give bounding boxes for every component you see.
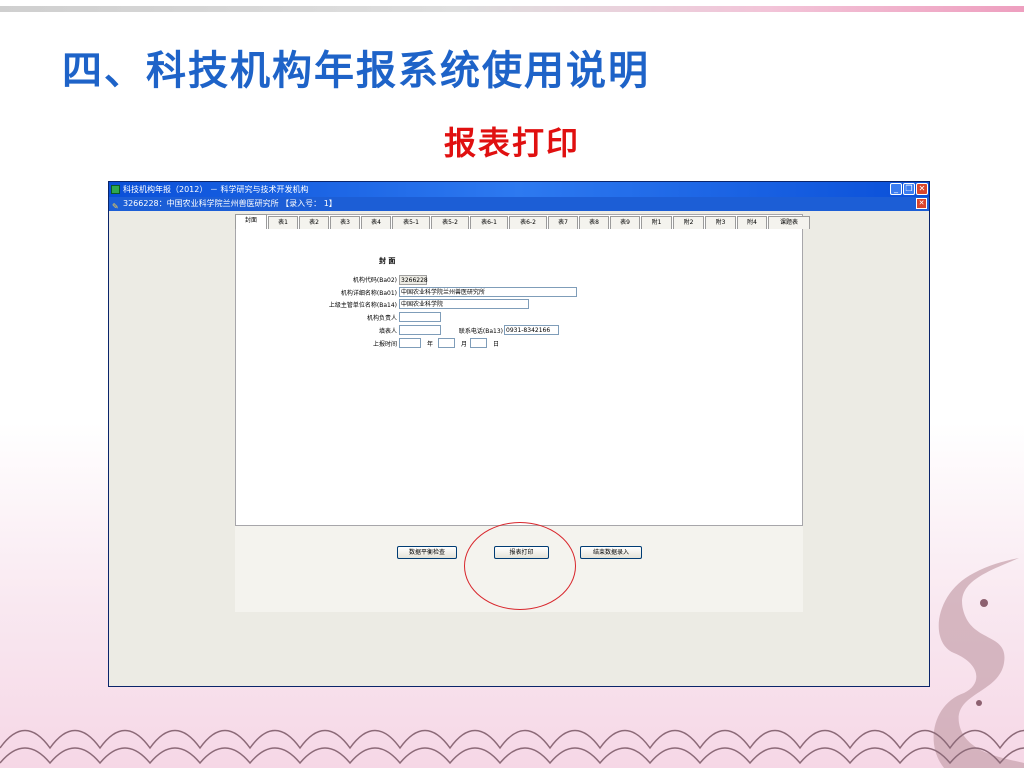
finish-entry-button[interactable]: 结束数据录入: [580, 546, 642, 559]
document-bar: ✎ 3266228：中国农业科学院兰州兽医研究所 【录入号： 1】 ✕: [109, 197, 929, 211]
minimize-button[interactable]: _: [890, 183, 902, 195]
report-year-field[interactable]: [399, 338, 421, 348]
slide-title: 四、科技机构年报系统使用说明: [62, 48, 650, 94]
close-button[interactable]: ✕: [916, 183, 928, 195]
window-title: 科技机构年报（2012） － 科学研究与技术开发机构: [123, 185, 309, 194]
form-title: 封 面: [379, 257, 396, 265]
document-close-button[interactable]: ✕: [916, 198, 927, 209]
tab-table-4[interactable]: 表4: [361, 216, 391, 229]
tab-table-5-2[interactable]: 表5-2: [431, 216, 469, 229]
app-window: 科技机构年报（2012） － 科学研究与技术开发机构 _ ❐ ✕ ✎ 32662…: [108, 181, 930, 687]
year-label: 年: [426, 341, 433, 348]
month-label: 月: [460, 341, 467, 348]
tab-appendix-3[interactable]: 附3: [705, 216, 736, 229]
window-titlebar[interactable]: 科技机构年报（2012） － 科学研究与技术开发机构 _ ❐ ✕: [109, 182, 929, 197]
org-head-field[interactable]: [399, 312, 441, 322]
org-head-label: 机构负责人: [366, 315, 397, 322]
tab-appendix-1[interactable]: 附1: [641, 216, 672, 229]
org-name-field[interactable]: 中国农业科学院兰州兽医研究所: [399, 287, 577, 297]
tab-appendix-4[interactable]: 附4: [737, 216, 767, 229]
tab-table-6-2[interactable]: 表6-2: [509, 216, 547, 229]
report-month-field[interactable]: [438, 338, 455, 348]
waves-decoration: [0, 729, 1024, 765]
tab-appendix-2[interactable]: 附2: [673, 216, 704, 229]
balance-check-button[interactable]: 数据平衡检查: [397, 546, 457, 559]
org-code-field: 3266228: [399, 275, 428, 285]
slide-subtitle: 报表打印: [443, 124, 580, 162]
app-icon: [111, 185, 120, 194]
org-name-label: 机构详细名称(Ba01): [340, 290, 397, 297]
tab-table-7[interactable]: 表7: [548, 216, 578, 229]
tab-projects[interactable]: 课题表: [768, 216, 810, 229]
tab-strip: 封面 表1 表2 表3 表4 表5-1 表5-2 表6-1 表6-2 表7 表8…: [235, 214, 811, 229]
phone-field[interactable]: 0931-8342166: [504, 325, 559, 335]
document-title: 3266228：中国农业科学院兰州兽医研究所 【录入号： 1】: [123, 199, 337, 208]
tab-table-6-1[interactable]: 表6-1: [470, 216, 508, 229]
superior-unit-field[interactable]: 中国农业科学院: [399, 299, 529, 309]
tab-table-9[interactable]: 表9: [610, 216, 640, 229]
org-code-label: 机构代码(Ba02): [352, 277, 397, 284]
restore-button[interactable]: ❐: [903, 183, 915, 195]
report-date-label: 上报时间: [372, 341, 397, 348]
report-day-field[interactable]: [470, 338, 487, 348]
phone-label: 联系电话(Ba13): [458, 328, 503, 335]
tab-table-5-1[interactable]: 表5-1: [392, 216, 430, 229]
tab-table-1[interactable]: 表1: [268, 216, 298, 229]
form-panel: [235, 214, 803, 526]
filler-label: 填表人: [378, 328, 397, 335]
slide-top-bar: [0, 6, 1024, 12]
day-label: 日: [492, 341, 499, 348]
superior-unit-label: 上级主管单位名称(Ba14): [328, 302, 397, 309]
filler-field[interactable]: [399, 325, 441, 335]
highlight-circle: [464, 522, 576, 610]
tab-table-8[interactable]: 表8: [579, 216, 609, 229]
tab-cover[interactable]: 封面: [235, 214, 267, 229]
tab-table-3[interactable]: 表3: [330, 216, 360, 229]
tab-table-2[interactable]: 表2: [299, 216, 329, 229]
pencil-icon: ✎: [112, 202, 119, 211]
